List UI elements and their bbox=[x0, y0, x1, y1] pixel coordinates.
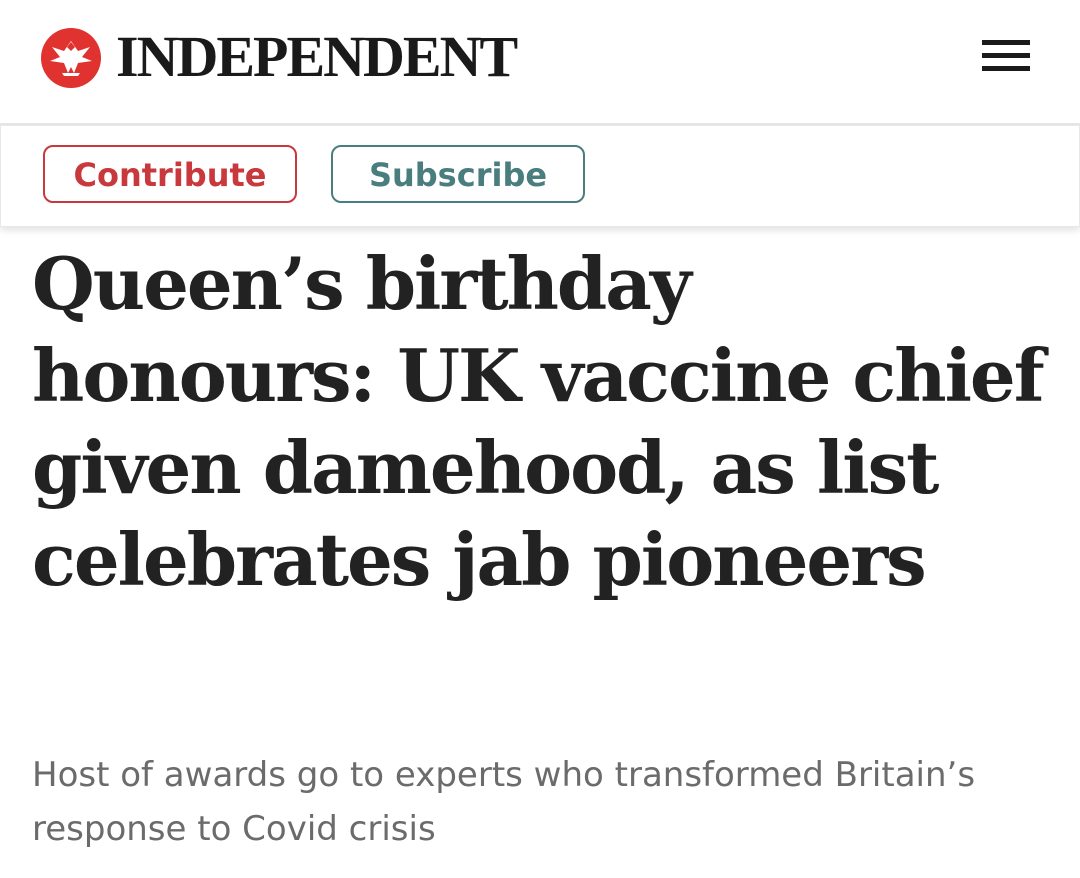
eagle-logo-icon[interactable] bbox=[40, 27, 102, 89]
contribute-button[interactable]: Contribute bbox=[43, 145, 297, 203]
masthead: INDEPENDENT bbox=[0, 0, 1080, 125]
article-headline: Queen’s birthday honours: UK vaccine chi… bbox=[32, 241, 1045, 602]
brand-wordmark[interactable]: INDEPENDENT bbox=[116, 22, 518, 92]
action-bar: Contribute Subscribe bbox=[0, 125, 1080, 227]
article-standfirst: Host of awards go to experts who transfo… bbox=[32, 755, 976, 849]
hamburger-menu-icon[interactable] bbox=[982, 38, 1032, 74]
subscribe-button[interactable]: Subscribe bbox=[331, 145, 585, 203]
